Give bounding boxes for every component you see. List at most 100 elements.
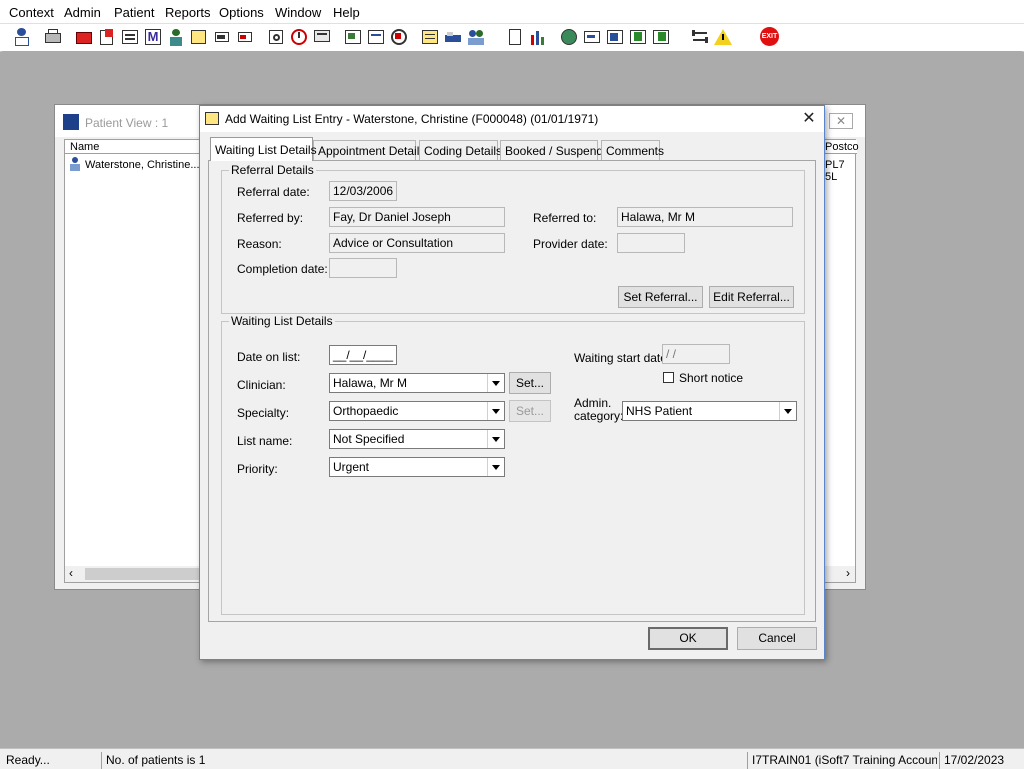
chevron-down-icon[interactable] (779, 402, 796, 420)
letter-icon[interactable] (582, 27, 602, 47)
clock-icon[interactable] (289, 27, 309, 47)
waiting-list-details-group: Waiting List Details Date on list: __/__… (221, 314, 805, 615)
dialog-titlebar: Add Waiting List Entry - Waterstone, Chr… (200, 106, 824, 132)
set-referral-button[interactable]: Set Referral... (618, 286, 703, 308)
patient-icon[interactable] (12, 27, 32, 47)
report-icon[interactable] (120, 27, 140, 47)
short-notice-checkbox[interactable] (663, 372, 674, 383)
date-on-list-input[interactable]: __/__/____ (329, 345, 397, 365)
tab-appointment-details[interactable]: Appointment Details (313, 140, 425, 160)
notes-icon[interactable] (189, 27, 209, 47)
list-icon[interactable] (420, 27, 440, 47)
user-group-icon[interactable] (466, 27, 486, 47)
column-header-postcode[interactable]: Postco (822, 140, 859, 154)
chevron-left-icon[interactable]: ‹ (69, 566, 73, 580)
bed-icon[interactable] (443, 27, 463, 47)
set-clinician-button[interactable]: Set... (509, 372, 551, 394)
flag-icon[interactable] (212, 27, 232, 47)
page-icon[interactable] (505, 27, 525, 47)
group-title: Referral Details (229, 163, 316, 177)
menu-patient[interactable]: Patient (114, 5, 154, 20)
status-account: I7TRAIN01 (iSoft7 Training Account) (747, 752, 937, 769)
menu-options[interactable]: Options (219, 5, 264, 20)
specialty-label: Specialty: (237, 406, 290, 420)
referred-to-field: Halawa, Mr M (617, 207, 793, 227)
menu-window[interactable]: Window (275, 5, 321, 20)
cancel-button[interactable]: Cancel (737, 627, 817, 650)
close-icon[interactable]: ✕ (829, 113, 853, 129)
warning-icon[interactable] (713, 27, 733, 47)
chevron-right-icon[interactable]: › (846, 566, 850, 580)
monitor-icon[interactable] (312, 27, 332, 47)
globe-icon[interactable] (559, 27, 579, 47)
flag2-icon[interactable] (235, 27, 255, 47)
referred-by-label: Referred by: (237, 211, 304, 225)
patient-icon (63, 114, 79, 130)
priority-value: Urgent (333, 460, 370, 474)
search-doc-icon[interactable] (266, 27, 286, 47)
chevron-down-icon[interactable] (487, 458, 504, 476)
admin-category-select[interactable]: NHS Patient (622, 401, 797, 421)
edit-referral-button[interactable]: Edit Referral... (709, 286, 794, 308)
arrow-doc-icon[interactable] (628, 27, 648, 47)
clinician-value: Halawa, Mr M (333, 376, 408, 390)
refresh-icon[interactable] (389, 27, 409, 47)
chevron-down-icon[interactable] (487, 430, 504, 448)
admin-category-label: Admin. (574, 396, 612, 410)
patient-row-name[interactable]: Waterstone, Christine... (85, 159, 200, 171)
toolbar: M EXIT (0, 23, 1024, 52)
tab-comments[interactable]: Comments (601, 140, 664, 160)
edit-icon[interactable] (97, 27, 117, 47)
chevron-down-icon[interactable] (487, 374, 504, 392)
status-patient-count: No. of patients is 1 (101, 752, 735, 769)
priority-select[interactable]: Urgent (329, 457, 505, 477)
close-icon[interactable]: ✕ (798, 109, 820, 129)
reason-field: Advice or Consultation (329, 233, 505, 253)
set-specialty-button[interactable]: Set... (509, 400, 551, 422)
ok-button[interactable]: OK (648, 627, 728, 650)
document-icon[interactable] (366, 27, 386, 47)
completion-date-label: Completion date: (237, 262, 328, 276)
referral-details-group: Referral Details Referral date: 12/03/20… (221, 163, 805, 314)
priority-label: Priority: (237, 462, 278, 476)
menu-reports[interactable]: Reports (165, 5, 211, 20)
status-ready: Ready... (6, 753, 50, 767)
printer-icon[interactable] (43, 27, 63, 47)
exit-icon[interactable]: EXIT (760, 27, 780, 47)
scrollbar-thumb[interactable] (85, 568, 205, 580)
clinician-select[interactable]: Halawa, Mr M (329, 373, 505, 393)
check-doc-icon[interactable] (605, 27, 625, 47)
menu-admin[interactable]: Admin (64, 5, 101, 20)
waiting-start-date-label: Waiting start date: (574, 351, 671, 365)
chevron-down-icon[interactable] (487, 402, 504, 420)
bar-chart-icon[interactable] (528, 27, 548, 47)
patient-view-title: Patient View : 1 (85, 116, 169, 130)
dialog-title: Add Waiting List Entry - Waterstone, Chr… (225, 112, 599, 126)
export-icon[interactable] (651, 27, 671, 47)
m-icon[interactable]: M (143, 27, 163, 47)
tab-coding-details[interactable]: Coding Details (419, 140, 502, 160)
referral-date-field: 12/03/2006 (329, 181, 397, 201)
patient-icon (68, 157, 82, 171)
swap-icon[interactable] (690, 27, 710, 47)
provider-date-label: Provider date: (533, 237, 608, 251)
add-waiting-list-dialog: Add Waiting List Entry - Waterstone, Chr… (199, 105, 825, 660)
tab-booked-suspend[interactable]: Booked / Suspend (500, 140, 603, 160)
tab-panel: Referral Details Referral date: 12/03/20… (208, 160, 816, 622)
list-name-select[interactable]: Not Specified (329, 429, 505, 449)
patient-row-postcode[interactable]: PL7 5L (825, 159, 855, 183)
completion-date-field (329, 258, 397, 278)
tab-waiting-list-details[interactable]: Waiting List Details (210, 137, 317, 161)
status-date: 17/02/2023 (939, 752, 1022, 769)
folder-icon[interactable] (74, 27, 94, 47)
doctor-icon[interactable] (166, 27, 186, 47)
menu-help[interactable]: Help (333, 5, 360, 20)
specialty-select[interactable]: Orthopaedic (329, 401, 505, 421)
admin-category-value: NHS Patient (626, 404, 693, 418)
image-icon[interactable] (343, 27, 363, 47)
notes-icon (205, 112, 219, 125)
menu-context[interactable]: Context (9, 5, 54, 20)
clinician-label: Clinician: (237, 378, 286, 392)
column-header-name[interactable]: Name (65, 140, 200, 154)
referred-to-label: Referred to: (533, 211, 597, 225)
